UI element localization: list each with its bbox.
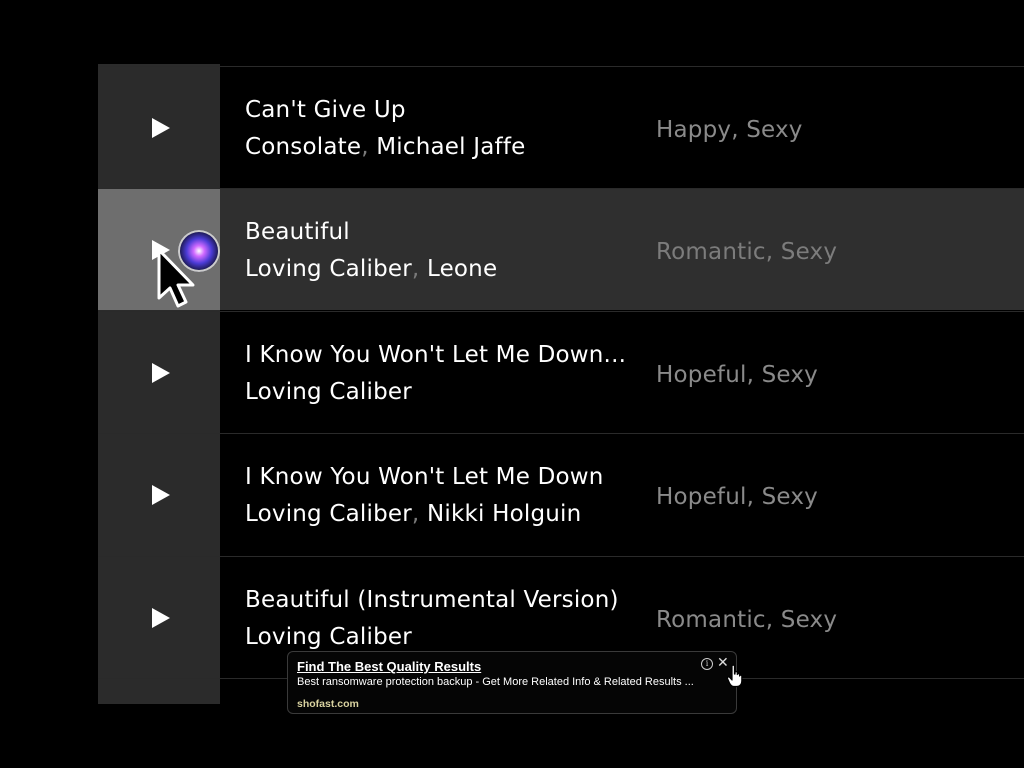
ad-domain[interactable]: shofast.com bbox=[297, 698, 359, 710]
track-artists: Loving Caliber, Nikki Holguin bbox=[245, 501, 581, 527]
play-icon bbox=[152, 118, 170, 138]
track-row[interactable]: Can't Give Up Consolate, Michael Jaffe H… bbox=[98, 66, 1024, 188]
artist-link[interactable]: Loving Caliber bbox=[245, 379, 412, 405]
music-player-screen: Can't Give Up Consolate, Michael Jaffe H… bbox=[0, 0, 1024, 768]
play-button[interactable] bbox=[98, 312, 220, 433]
play-button[interactable] bbox=[98, 67, 220, 188]
track-moods: Hopeful, Sexy bbox=[656, 484, 818, 510]
track-row[interactable]: Beautiful Loving Caliber, Leone Romantic… bbox=[98, 188, 1024, 310]
track-row[interactable]: I Know You Won't Let Me Down... Loving C… bbox=[98, 311, 1024, 433]
ad-popup[interactable]: Find The Best Quality Results Best ranso… bbox=[287, 651, 737, 714]
track-title[interactable]: I Know You Won't Let Me Down... bbox=[245, 342, 626, 368]
ad-title-link[interactable]: Find The Best Quality Results bbox=[297, 659, 481, 674]
ad-description[interactable]: Best ransomware protection backup - Get … bbox=[297, 676, 725, 688]
artist-link[interactable]: Loving Caliber bbox=[245, 256, 412, 282]
track-moods: Romantic, Sexy bbox=[656, 239, 838, 265]
track-moods: Happy, Sexy bbox=[656, 117, 803, 143]
track-title[interactable]: I Know You Won't Let Me Down bbox=[245, 464, 604, 490]
play-icon bbox=[152, 363, 170, 383]
artist-link[interactable]: Consolate bbox=[245, 134, 361, 160]
artist-separator: , bbox=[361, 134, 377, 160]
artist-link[interactable]: Michael Jaffe bbox=[376, 134, 525, 160]
arrow-cursor-icon bbox=[157, 248, 195, 308]
track-title[interactable]: Beautiful bbox=[245, 219, 350, 245]
track-list: Can't Give Up Consolate, Michael Jaffe H… bbox=[98, 66, 1024, 706]
play-button[interactable] bbox=[98, 434, 220, 555]
track-row[interactable]: I Know You Won't Let Me Down Loving Cali… bbox=[98, 433, 1024, 555]
track-artists: Loving Caliber, Leone bbox=[245, 256, 497, 282]
play-button[interactable] bbox=[98, 557, 220, 678]
play-icon bbox=[152, 485, 170, 505]
track-title[interactable]: Beautiful (Instrumental Version) bbox=[245, 587, 619, 613]
artist-separator: , bbox=[411, 501, 427, 527]
track-moods: Romantic, Sexy bbox=[656, 607, 838, 633]
artist-link[interactable]: Loving Caliber bbox=[245, 624, 412, 650]
artist-separator: , bbox=[411, 256, 427, 282]
track-moods: Hopeful, Sexy bbox=[656, 362, 818, 388]
artist-link[interactable]: Leone bbox=[427, 256, 497, 282]
artist-link[interactable]: Loving Caliber bbox=[245, 501, 412, 527]
artist-link[interactable]: Nikki Holguin bbox=[427, 501, 581, 527]
track-artists: Loving Caliber bbox=[245, 379, 412, 405]
play-icon bbox=[152, 608, 170, 628]
track-artists: Loving Caliber bbox=[245, 624, 412, 650]
track-title[interactable]: Can't Give Up bbox=[245, 97, 406, 123]
track-artists: Consolate, Michael Jaffe bbox=[245, 134, 525, 160]
hand-cursor-icon bbox=[726, 664, 743, 688]
info-icon[interactable]: i bbox=[701, 658, 713, 670]
